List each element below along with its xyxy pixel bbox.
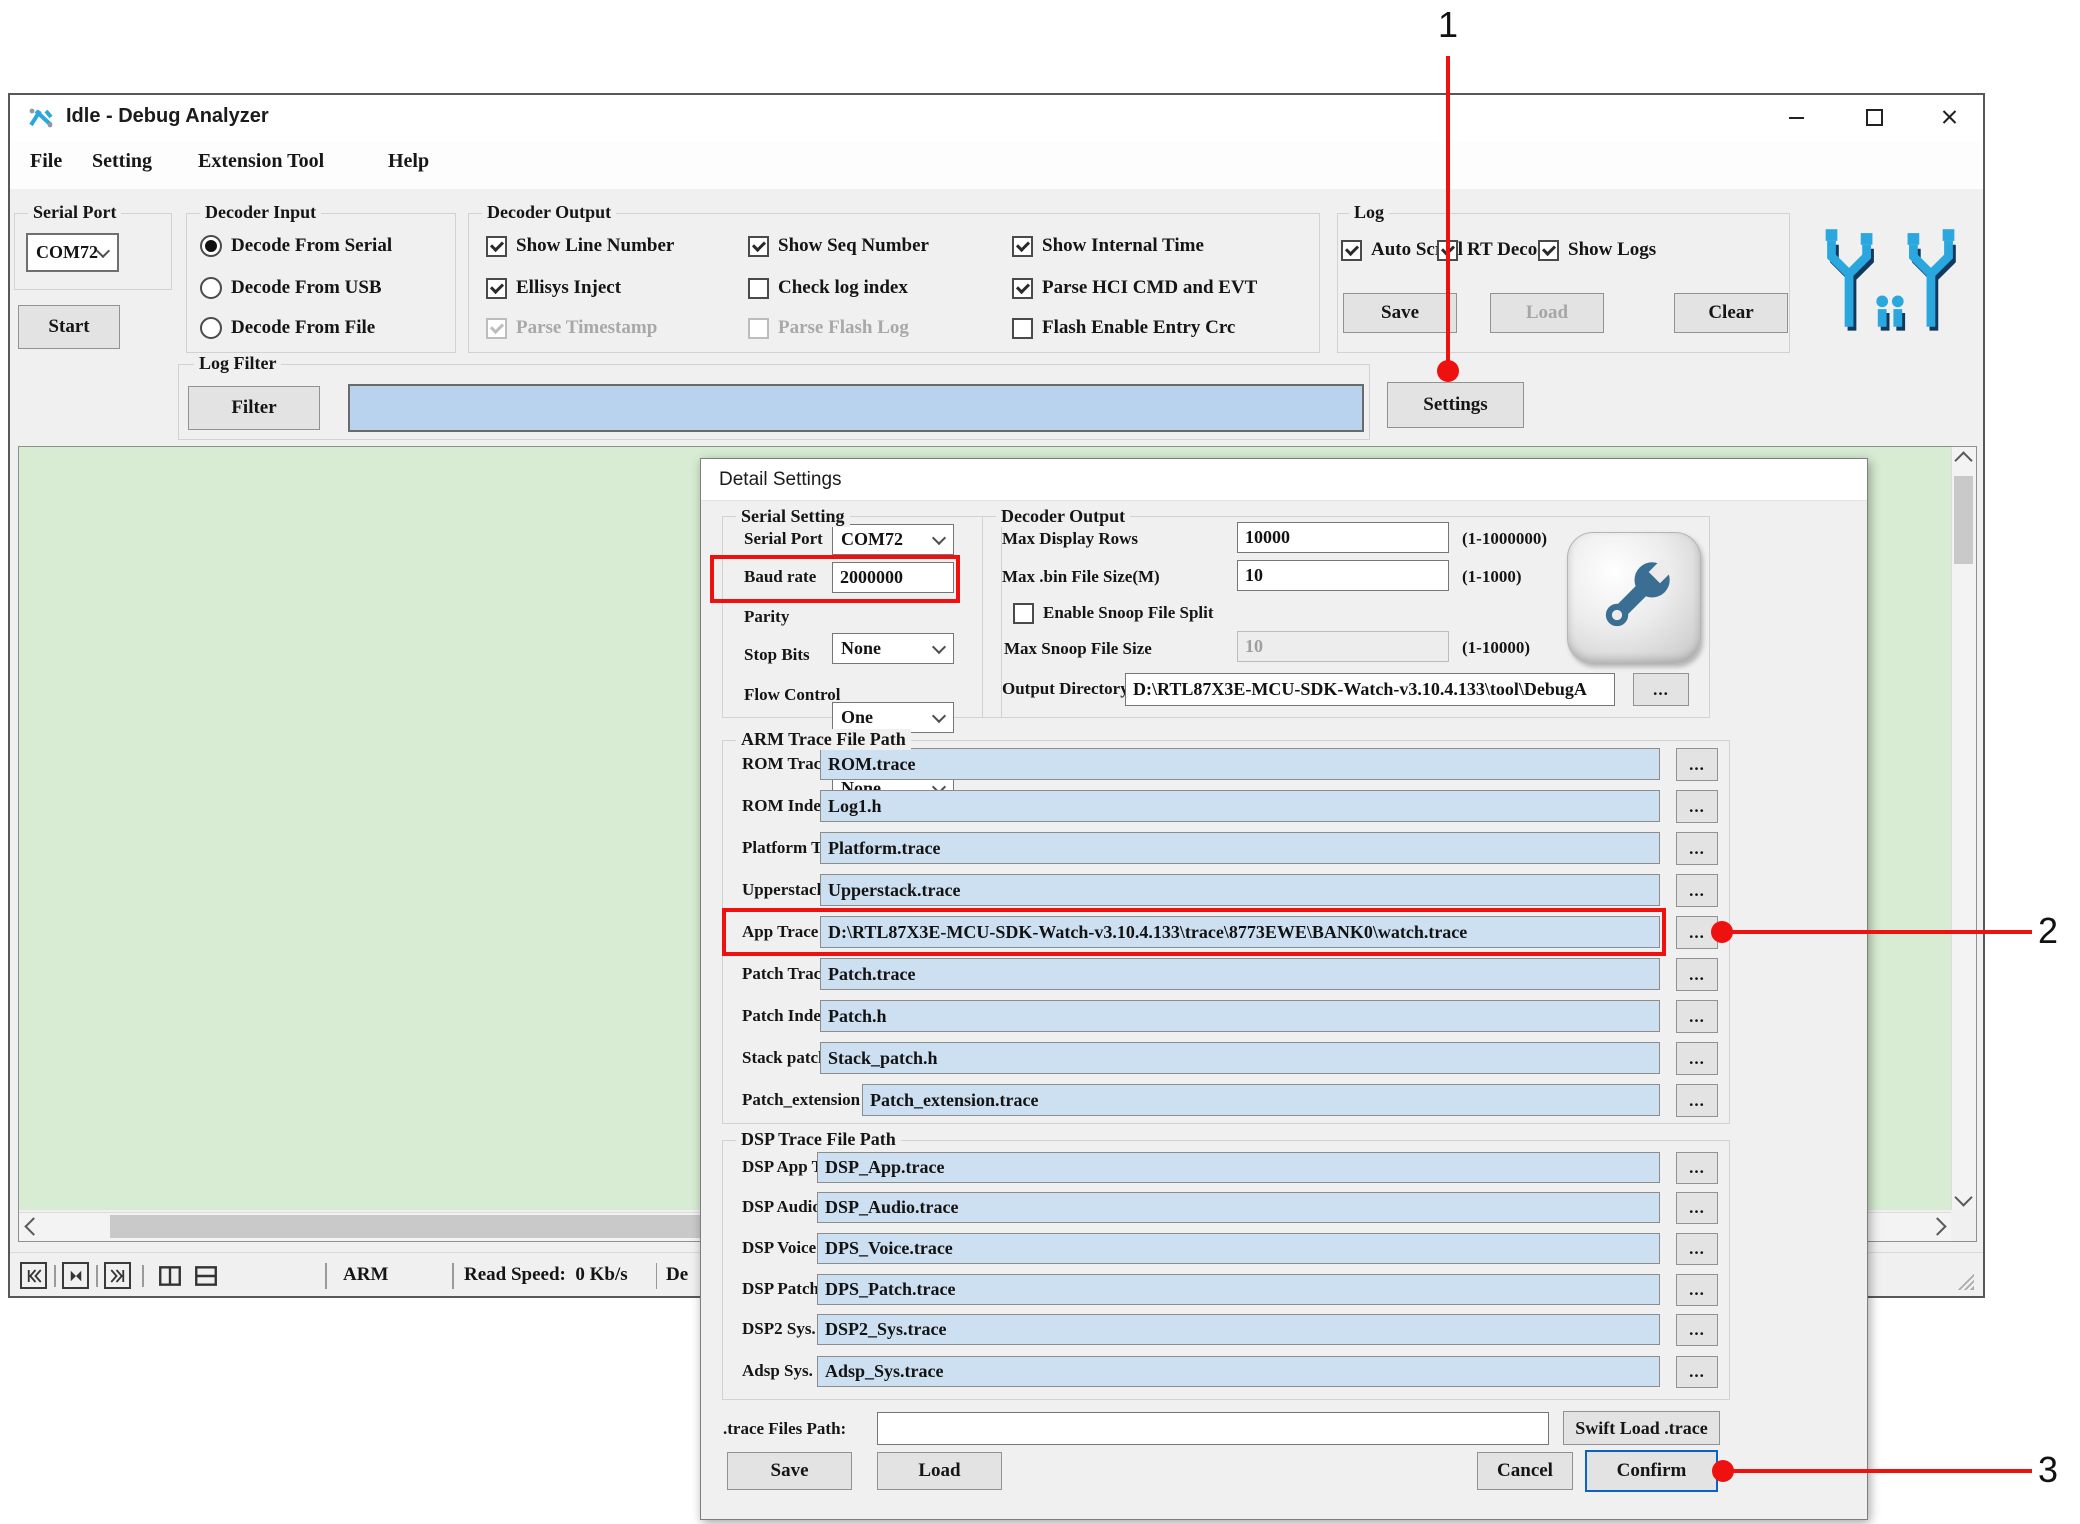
- annotation-label-1: 1: [1438, 4, 1458, 46]
- annotation-line-1: [1446, 56, 1450, 370]
- annotation-line-3: [1729, 1469, 2032, 1473]
- screenshot-root: Idle - Debug Analyzer File Setting Exten…: [0, 0, 2080, 1524]
- annotation-line-2: [1728, 930, 2032, 934]
- annotations: 1 2 3: [0, 0, 2080, 1524]
- annotation-dot-1: [1437, 360, 1459, 382]
- annotation-label-3: 3: [2038, 1449, 2058, 1491]
- annotation-label-2: 2: [2038, 910, 2058, 952]
